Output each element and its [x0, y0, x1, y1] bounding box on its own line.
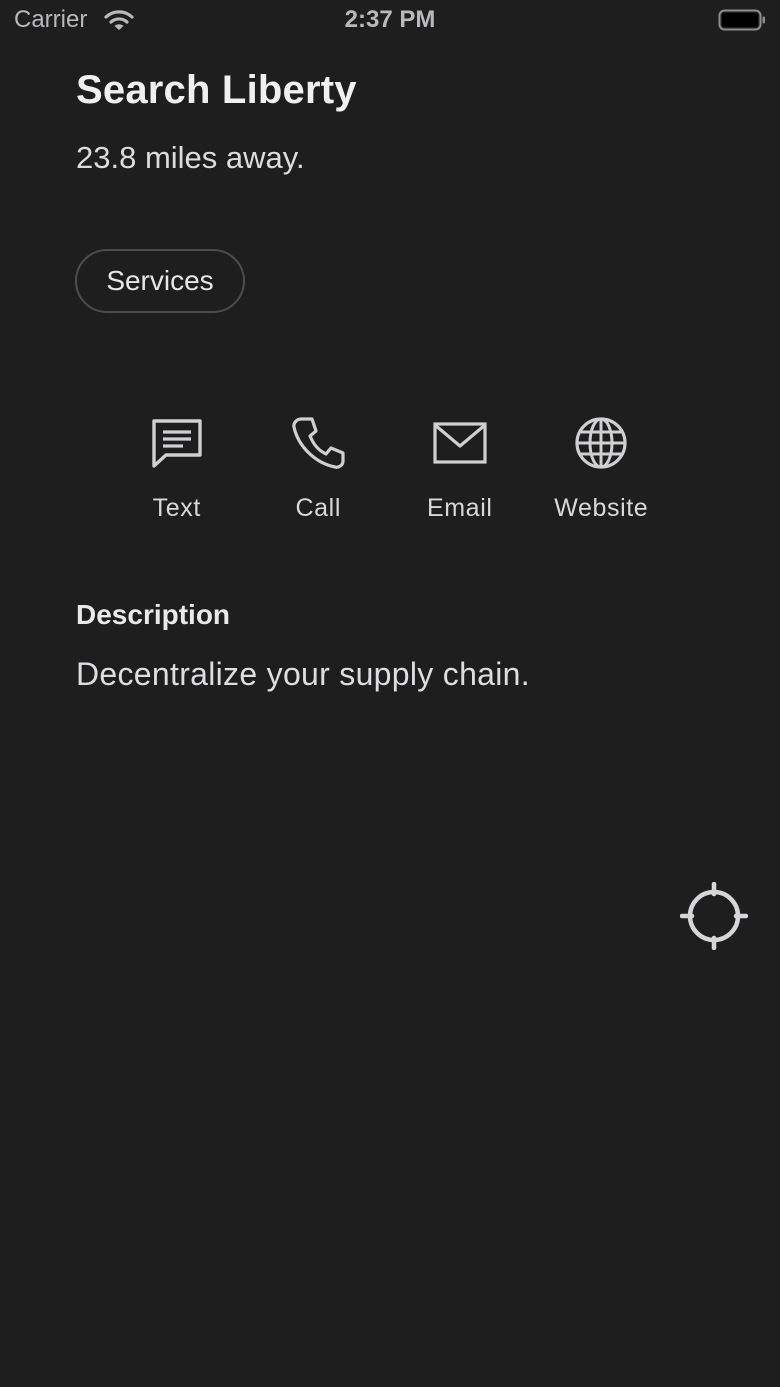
call-action-button[interactable]: Call [248, 412, 390, 532]
message-icon [152, 419, 202, 468]
phone-icon [292, 417, 345, 469]
status-bar: Carrier 2:37 PM [0, 0, 780, 40]
text-action-label: Text [152, 494, 201, 522]
place-detail-screen: Carrier 2:37 PM Search Liberty 23.8 mile… [0, 0, 780, 1387]
status-time: 2:37 PM [344, 6, 436, 33]
contact-actions: Text Call Email Website [106, 412, 672, 532]
services-chip-label: Services [106, 265, 214, 296]
place-title: Search Liberty [76, 68, 357, 112]
email-action-button[interactable]: Email [389, 412, 531, 532]
text-action-button[interactable]: Text [106, 412, 248, 532]
crosshair-icon[interactable] [680, 882, 748, 950]
description-body: Decentralize your supply chain. [76, 656, 530, 692]
place-distance: 23.8 miles away. [76, 140, 305, 175]
globe-icon [575, 417, 627, 469]
website-action-label: Website [554, 494, 649, 522]
services-chip[interactable]: Services [75, 249, 245, 313]
envelope-icon [433, 422, 487, 464]
call-action-label: Call [295, 494, 341, 522]
description-heading: Description [76, 599, 231, 630]
battery-icon [718, 9, 765, 31]
website-action-button[interactable]: Website [531, 412, 673, 532]
email-action-label: Email [426, 494, 493, 522]
